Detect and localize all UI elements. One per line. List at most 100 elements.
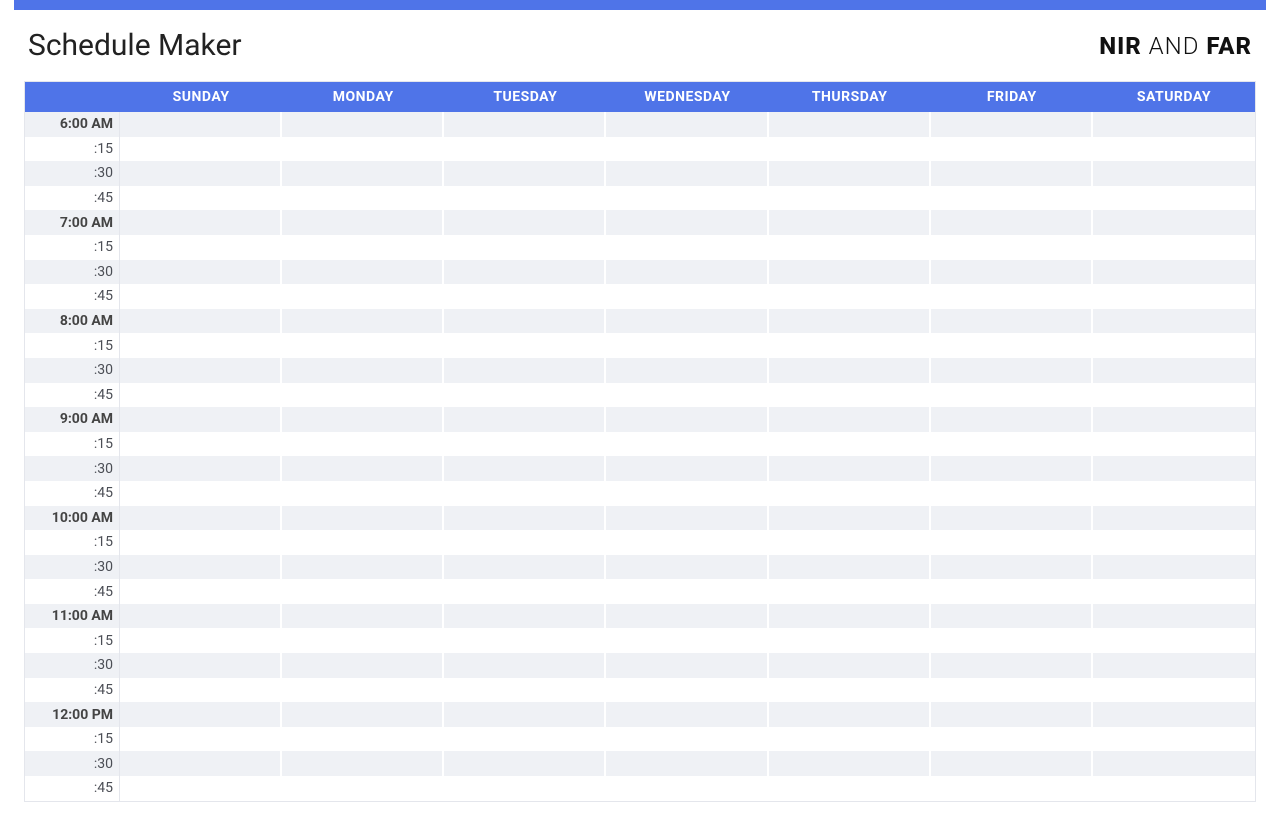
- schedule-cell[interactable]: [931, 210, 1093, 235]
- schedule-cell[interactable]: [282, 383, 444, 408]
- schedule-cell[interactable]: [282, 333, 444, 358]
- schedule-cell[interactable]: [606, 727, 768, 752]
- schedule-cell[interactable]: [769, 284, 931, 309]
- schedule-cell[interactable]: [769, 678, 931, 703]
- schedule-cell[interactable]: [282, 727, 444, 752]
- schedule-cell[interactable]: [1093, 481, 1255, 506]
- schedule-cell[interactable]: [1093, 506, 1255, 531]
- schedule-cell[interactable]: [444, 751, 606, 776]
- schedule-cell[interactable]: [769, 579, 931, 604]
- schedule-cell[interactable]: [606, 260, 768, 285]
- schedule-cell[interactable]: [444, 432, 606, 457]
- schedule-cell[interactable]: [1093, 210, 1255, 235]
- schedule-cell[interactable]: [606, 653, 768, 678]
- schedule-cell[interactable]: [120, 161, 282, 186]
- schedule-cell[interactable]: [444, 776, 606, 801]
- schedule-cell[interactable]: [1093, 186, 1255, 211]
- schedule-cell[interactable]: [1093, 628, 1255, 653]
- schedule-cell[interactable]: [606, 235, 768, 260]
- schedule-cell[interactable]: [931, 260, 1093, 285]
- schedule-cell[interactable]: [282, 235, 444, 260]
- schedule-cell[interactable]: [444, 628, 606, 653]
- schedule-cell[interactable]: [282, 284, 444, 309]
- schedule-cell[interactable]: [444, 678, 606, 703]
- schedule-cell[interactable]: [606, 751, 768, 776]
- schedule-cell[interactable]: [931, 309, 1093, 334]
- schedule-cell[interactable]: [282, 358, 444, 383]
- schedule-cell[interactable]: [769, 186, 931, 211]
- schedule-cell[interactable]: [769, 137, 931, 162]
- schedule-cell[interactable]: [606, 678, 768, 703]
- schedule-cell[interactable]: [444, 112, 606, 137]
- schedule-cell[interactable]: [444, 579, 606, 604]
- schedule-cell[interactable]: [931, 383, 1093, 408]
- schedule-cell[interactable]: [444, 333, 606, 358]
- schedule-cell[interactable]: [1093, 284, 1255, 309]
- schedule-cell[interactable]: [444, 309, 606, 334]
- schedule-cell[interactable]: [120, 407, 282, 432]
- schedule-cell[interactable]: [282, 604, 444, 629]
- schedule-cell[interactable]: [282, 186, 444, 211]
- schedule-cell[interactable]: [444, 604, 606, 629]
- schedule-cell[interactable]: [444, 186, 606, 211]
- schedule-cell[interactable]: [120, 333, 282, 358]
- schedule-cell[interactable]: [120, 506, 282, 531]
- schedule-cell[interactable]: [120, 702, 282, 727]
- schedule-cell[interactable]: [444, 407, 606, 432]
- schedule-cell[interactable]: [769, 161, 931, 186]
- schedule-cell[interactable]: [769, 604, 931, 629]
- schedule-cell[interactable]: [120, 358, 282, 383]
- schedule-cell[interactable]: [282, 432, 444, 457]
- schedule-cell[interactable]: [120, 628, 282, 653]
- schedule-cell[interactable]: [282, 161, 444, 186]
- schedule-cell[interactable]: [1093, 407, 1255, 432]
- schedule-cell[interactable]: [282, 628, 444, 653]
- schedule-cell[interactable]: [931, 161, 1093, 186]
- schedule-cell[interactable]: [1093, 260, 1255, 285]
- schedule-cell[interactable]: [931, 579, 1093, 604]
- schedule-cell[interactable]: [444, 530, 606, 555]
- schedule-cell[interactable]: [444, 210, 606, 235]
- schedule-cell[interactable]: [931, 186, 1093, 211]
- schedule-cell[interactable]: [769, 628, 931, 653]
- schedule-cell[interactable]: [606, 432, 768, 457]
- schedule-cell[interactable]: [444, 161, 606, 186]
- schedule-cell[interactable]: [606, 186, 768, 211]
- schedule-cell[interactable]: [769, 456, 931, 481]
- schedule-cell[interactable]: [120, 137, 282, 162]
- schedule-cell[interactable]: [282, 530, 444, 555]
- schedule-cell[interactable]: [444, 456, 606, 481]
- schedule-cell[interactable]: [1093, 751, 1255, 776]
- schedule-cell[interactable]: [931, 506, 1093, 531]
- schedule-cell[interactable]: [444, 260, 606, 285]
- schedule-cell[interactable]: [931, 530, 1093, 555]
- schedule-cell[interactable]: [444, 481, 606, 506]
- schedule-cell[interactable]: [444, 137, 606, 162]
- schedule-cell[interactable]: [1093, 653, 1255, 678]
- schedule-cell[interactable]: [282, 702, 444, 727]
- schedule-cell[interactable]: [120, 481, 282, 506]
- schedule-cell[interactable]: [769, 358, 931, 383]
- schedule-cell[interactable]: [444, 235, 606, 260]
- schedule-cell[interactable]: [931, 678, 1093, 703]
- schedule-cell[interactable]: [606, 530, 768, 555]
- schedule-cell[interactable]: [769, 407, 931, 432]
- schedule-cell[interactable]: [120, 604, 282, 629]
- schedule-cell[interactable]: [120, 653, 282, 678]
- schedule-cell[interactable]: [606, 702, 768, 727]
- schedule-cell[interactable]: [120, 530, 282, 555]
- schedule-cell[interactable]: [282, 309, 444, 334]
- schedule-cell[interactable]: [120, 186, 282, 211]
- schedule-cell[interactable]: [606, 481, 768, 506]
- schedule-cell[interactable]: [606, 628, 768, 653]
- schedule-cell[interactable]: [769, 555, 931, 580]
- schedule-cell[interactable]: [1093, 530, 1255, 555]
- schedule-cell[interactable]: [1093, 333, 1255, 358]
- schedule-cell[interactable]: [1093, 456, 1255, 481]
- schedule-cell[interactable]: [931, 604, 1093, 629]
- schedule-cell[interactable]: [282, 210, 444, 235]
- schedule-cell[interactable]: [769, 383, 931, 408]
- schedule-cell[interactable]: [1093, 358, 1255, 383]
- schedule-cell[interactable]: [120, 555, 282, 580]
- schedule-cell[interactable]: [1093, 161, 1255, 186]
